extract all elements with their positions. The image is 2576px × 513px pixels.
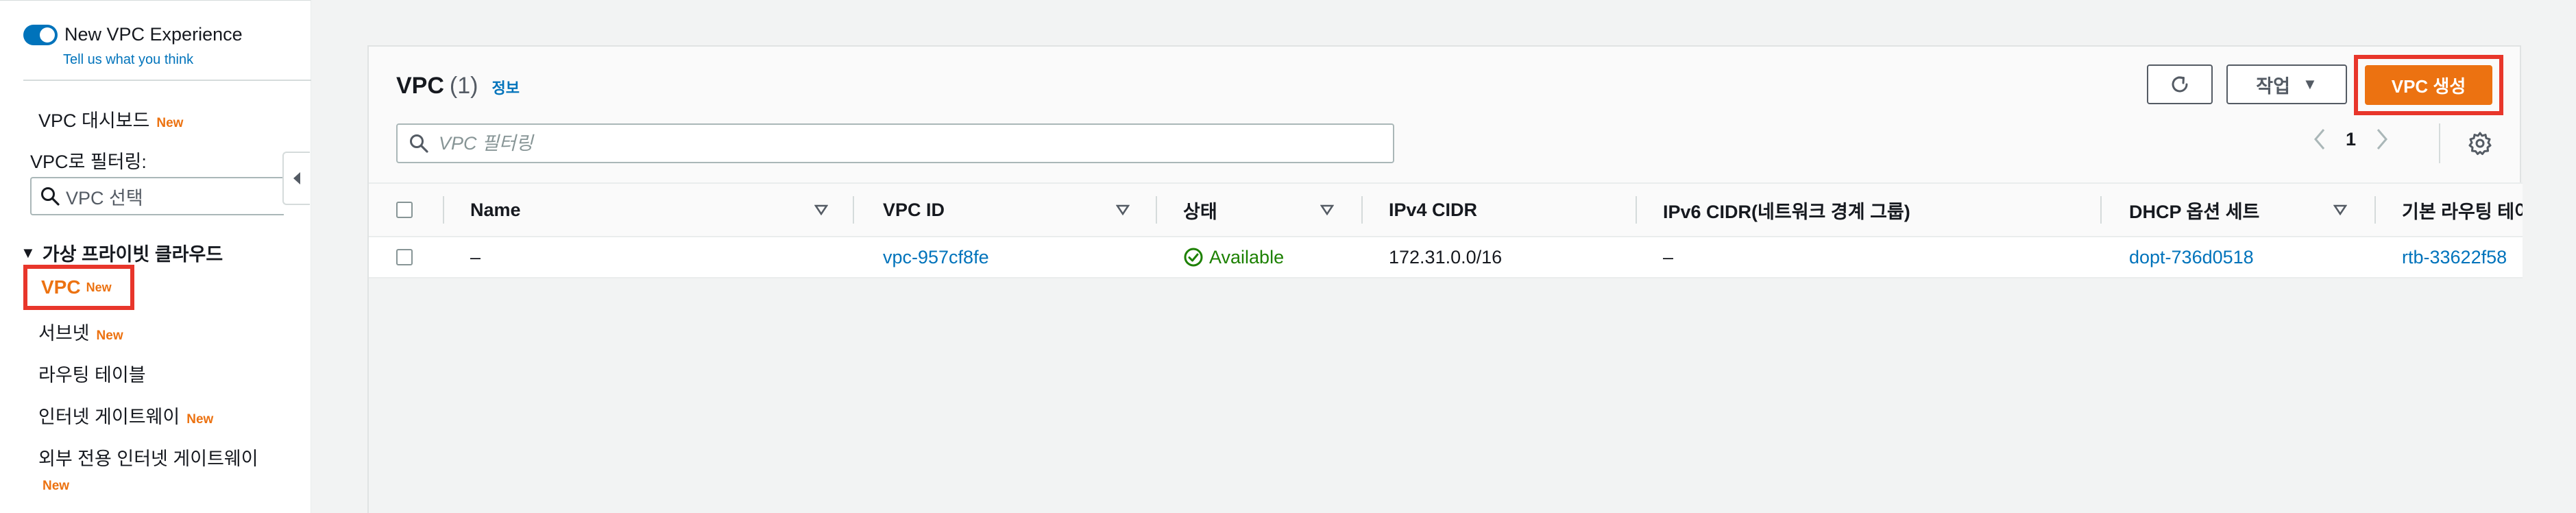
check-circle-icon <box>1184 248 1203 267</box>
column-divider <box>1156 196 1157 224</box>
toggle-label: New VPC Experience <box>64 24 243 45</box>
create-vpc-button[interactable]: VPC 생성 <box>2365 65 2492 105</box>
chevron-left-icon[interactable] <box>2313 128 2326 151</box>
vpc-console: New VPC Experience Tell us what you thin… <box>0 0 2576 513</box>
cell-name: – <box>470 246 481 267</box>
column-header-ipv6-cidr[interactable]: IPv6 CIDR(네트워크 경계 그룹) <box>1663 184 1910 236</box>
sort-icon[interactable] <box>814 204 828 215</box>
sort-icon[interactable] <box>2333 204 2347 215</box>
column-header-vpc-id[interactable]: VPC ID <box>883 184 945 236</box>
section-title: 가상 프라이빗 클라우드 <box>42 244 223 265</box>
column-divider <box>2374 196 2376 224</box>
column-header-status[interactable]: 상태 <box>1183 184 1217 236</box>
search-icon <box>410 134 428 153</box>
column-header-name[interactable]: Name <box>470 184 521 236</box>
vpc-search-input[interactable] <box>437 132 1331 155</box>
section-virtual-private-cloud[interactable]: ▼ 가상 프라이빗 클라우드 <box>21 239 223 266</box>
collapse-sidebar-button[interactable] <box>282 152 310 205</box>
table-header: Name VPC ID 상태 IPv4 CIDR IPv6 CIDR(네트워크 … <box>369 184 2523 237</box>
caret-down-icon: ▼ <box>21 243 36 261</box>
cell-vpc-id-link[interactable]: vpc-957cf8fe <box>883 237 989 277</box>
column-header-ipv4-cidr[interactable]: IPv4 CIDR <box>1389 184 1477 236</box>
cell-status: Available <box>1183 237 1284 277</box>
column-divider <box>443 196 444 224</box>
column-divider <box>2100 196 2102 224</box>
sidebar-item-label: VPC 대시보드 <box>38 110 150 131</box>
status-text: Available <box>1209 246 1285 267</box>
caret-down-icon: ▼ <box>2302 75 2318 93</box>
select-all-cell <box>396 184 413 236</box>
sidebar-item-label: 인터넷 게이트웨이 <box>38 407 180 427</box>
sort-icon[interactable] <box>1320 204 1334 215</box>
pagination: 1 <box>2313 128 2389 151</box>
vpc-table: Name VPC ID 상태 IPv4 CIDR IPv6 CIDR(네트워크 … <box>369 182 2523 513</box>
sidebar-item-vpc[interactable]: VPC New <box>23 265 134 310</box>
sidebar-divider <box>23 80 311 81</box>
vpc-count: (1) <box>449 73 478 99</box>
page-title: VPC (1) 정보 <box>396 73 520 99</box>
cell-ipv4-cidr: 172.31.0.0/16 <box>1389 246 1503 267</box>
new-experience-toggle-row: New VPC Experience <box>23 24 243 45</box>
sidebar-item-internet-gateways[interactable]: 인터넷 게이트웨이 New <box>38 402 213 429</box>
actions-dropdown[interactable]: 작업 ▼ <box>2226 64 2347 104</box>
feedback-link[interactable]: Tell us what you think <box>63 52 193 68</box>
vpc-filter-select[interactable]: VPC 선택 <box>30 177 284 215</box>
page-number[interactable]: 1 <box>2346 129 2356 150</box>
panel-title: VPC <box>396 73 444 99</box>
vpc-list-panel: VPC (1) 정보 작업 ▼ VPC 생성 VPC 필터링 1 Name VP… <box>367 45 2523 513</box>
vpc-filter-label: VPC로 필터링: <box>30 152 147 172</box>
sidebar-item-label: 서브넷 <box>38 323 90 344</box>
table-row[interactable]: – vpc-957cf8fe Available 172.31.0.0/16 –… <box>369 237 2523 278</box>
vpc-search-field[interactable] <box>396 123 1394 163</box>
select-all-checkbox[interactable] <box>396 202 413 218</box>
sidebar-item-egress-only-igw[interactable]: 외부 전용 인터넷 게이트웨이 New <box>38 444 258 494</box>
column-divider <box>1636 196 1637 224</box>
refresh-icon <box>2172 76 2188 93</box>
sidebar: New VPC Experience Tell us what you thin… <box>0 0 311 513</box>
new-badge: New <box>86 280 112 294</box>
sidebar-item-label: 외부 전용 인터넷 게이트웨이 <box>38 449 258 469</box>
new-experience-toggle[interactable] <box>23 24 58 45</box>
new-badge: New <box>42 479 70 493</box>
column-header-dhcp-options[interactable]: DHCP 옵션 세트 <box>2129 184 2259 236</box>
info-link[interactable]: 정보 <box>491 76 519 98</box>
gear-icon[interactable] <box>2468 131 2492 156</box>
refresh-button[interactable] <box>2147 64 2213 104</box>
create-vpc-highlight: VPC 생성 <box>2354 55 2503 115</box>
cell-dhcp-options-link[interactable]: dopt-736d0518 <box>2129 237 2254 277</box>
column-divider <box>853 196 854 224</box>
new-badge: New <box>186 412 214 427</box>
sidebar-item-dashboard[interactable]: VPC 대시보드 New <box>38 106 183 132</box>
pager-divider <box>2439 123 2440 163</box>
column-header-main-route-table[interactable]: 기본 라우팅 테이 <box>2402 184 2523 236</box>
vpc-filter-placeholder: VPC 선택 <box>66 187 143 208</box>
sidebar-item-route-tables[interactable]: 라우팅 테이블 <box>38 360 146 387</box>
column-divider <box>1361 196 1363 224</box>
cell-ipv6-cidr: – <box>1663 246 1674 267</box>
sidebar-item-subnets[interactable]: 서브넷 New <box>38 318 123 345</box>
collapse-icon <box>293 172 300 184</box>
new-badge: New <box>96 329 123 343</box>
row-checkbox[interactable] <box>396 249 413 265</box>
sidebar-item-label: 라우팅 테이블 <box>38 365 146 385</box>
sidebar-item-label: VPC <box>41 276 81 298</box>
sort-icon[interactable] <box>1116 204 1130 215</box>
new-badge: New <box>156 116 184 130</box>
chevron-right-icon[interactable] <box>2375 128 2389 151</box>
search-icon <box>41 187 60 206</box>
cell-route-table-link[interactable]: rtb-33622f58 <box>2402 237 2507 277</box>
actions-label: 작업 <box>2256 75 2290 97</box>
row-select-cell <box>396 237 413 277</box>
